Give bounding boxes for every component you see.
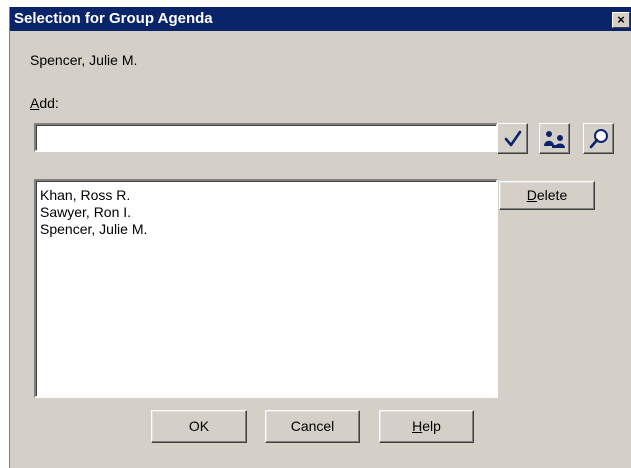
magnifier-icon <box>589 128 608 148</box>
add-label-rest: dd: <box>39 95 59 111</box>
delete-label-rest: elete <box>536 187 568 203</box>
top-strip <box>0 0 631 7</box>
address-book-button[interactable] <box>539 123 570 154</box>
add-label-mnemonic: A <box>30 95 40 111</box>
group-agenda-dialog: Selection for Group Agenda × Spencer, Ju… <box>9 7 631 468</box>
cancel-button[interactable]: Cancel <box>265 410 360 443</box>
add-input[interactable] <box>36 125 496 150</box>
current-user-name: Spencer, Julie M. <box>30 52 138 68</box>
dialog-title: Selection for Group Agenda <box>14 10 213 27</box>
list-item[interactable]: Spencer, Julie M. <box>36 221 496 238</box>
ok-button[interactable]: OK <box>151 410 247 443</box>
help-label-rest: elp <box>422 418 441 434</box>
member-list[interactable]: Khan, Ross R. Sawyer, Ron I. Spencer, Ju… <box>34 179 498 398</box>
delete-button[interactable]: Delete <box>499 181 595 210</box>
add-input-frame <box>34 123 498 152</box>
close-icon: × <box>617 12 625 27</box>
delete-mnemonic: D <box>526 187 537 203</box>
check-icon <box>504 130 521 146</box>
help-button[interactable]: Help <box>379 410 474 443</box>
close-button[interactable]: × <box>612 12 630 28</box>
list-item[interactable]: Khan, Ross R. <box>36 187 496 204</box>
title-bar[interactable]: Selection for Group Agenda × <box>10 7 631 31</box>
check-names-button[interactable] <box>497 123 528 154</box>
find-button[interactable] <box>583 123 614 154</box>
group-icon <box>543 130 565 148</box>
list-item[interactable]: Sawyer, Ron I. <box>36 204 496 221</box>
help-mnemonic: H <box>412 418 423 434</box>
add-label: Add: <box>30 95 59 111</box>
